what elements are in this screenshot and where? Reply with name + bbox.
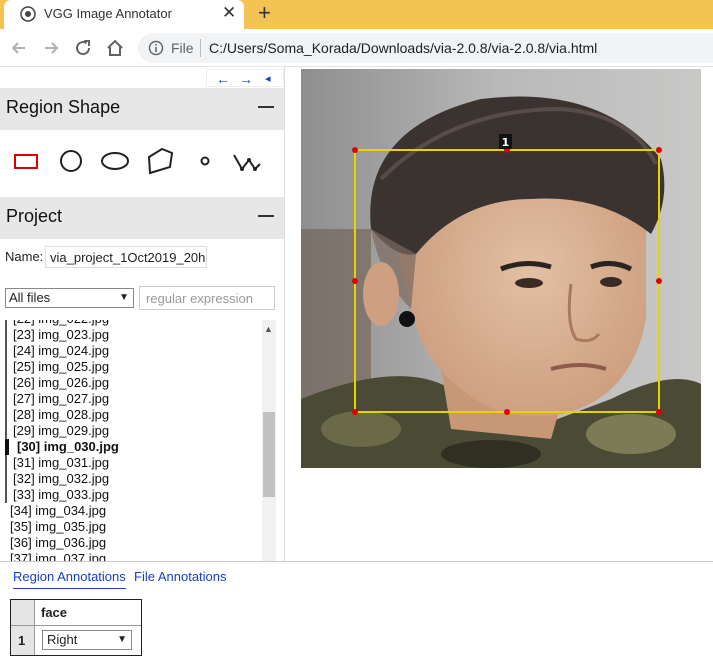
reload-icon[interactable] <box>70 35 96 61</box>
home-icon[interactable] <box>102 35 128 61</box>
file-filter-value: All files <box>9 290 51 305</box>
file-list-item[interactable]: [28] img_028.jpg <box>5 407 109 423</box>
circle-shape-icon[interactable] <box>55 145 87 177</box>
globe-icon <box>20 6 36 22</box>
dropdown-arrow-icon: ▼ <box>117 634 127 645</box>
browser-tabstrip: VGG Image Annotator ✕ + <box>0 0 713 29</box>
regex-filter-input[interactable]: regular expression <box>139 286 275 310</box>
collapse-panel-icon[interactable]: ◂ <box>265 72 271 85</box>
scroll-thumb[interactable] <box>263 412 275 497</box>
resize-handle[interactable] <box>656 147 662 153</box>
file-list-item[interactable]: [27] img_027.jpg <box>5 391 109 407</box>
new-tab-icon[interactable]: + <box>258 1 271 25</box>
close-tab-icon[interactable]: ✕ <box>222 3 236 23</box>
polygon-shape-icon[interactable] <box>144 145 176 177</box>
browser-toolbar: File C:/Users/Soma_Korada/Downloads/via-… <box>0 29 713 67</box>
file-list-item[interactable]: [31] img_031.jpg <box>5 455 109 471</box>
region-label: 1 <box>502 136 510 149</box>
collapse-icon[interactable] <box>258 215 274 217</box>
shape-toolbar <box>0 131 284 197</box>
tab-file-annotations[interactable]: File Annotations <box>134 569 227 584</box>
file-list-item[interactable]: [34] img_034.jpg <box>0 503 106 519</box>
file-list-item[interactable]: [37] img_037.jpg <box>0 551 106 561</box>
project-name-input[interactable]: via_project_1Oct2019_20h <box>45 246 207 268</box>
resize-handle[interactable] <box>352 278 358 284</box>
annotation-editor: Region Annotations File Annotations face… <box>0 561 713 665</box>
project-name-label: Name: <box>5 249 44 264</box>
file-list-item[interactable]: [33] img_033.jpg <box>5 487 109 503</box>
point-shape-icon[interactable] <box>189 145 221 177</box>
file-list-item[interactable]: [30] img_030.jpg <box>5 439 119 455</box>
url-scheme: File <box>171 40 194 56</box>
dropdown-arrow-icon: ▼ <box>119 292 129 303</box>
panel-nav: ← → ◂ <box>206 69 284 87</box>
image-canvas-area: 1 <box>286 67 713 561</box>
region-overlay[interactable]: 1 <box>301 69 701 468</box>
browser-tab[interactable]: VGG Image Annotator ✕ <box>4 0 244 29</box>
file-list-item[interactable]: [29] img_029.jpg <box>5 423 109 439</box>
file-list-scrollbar[interactable]: ▲ <box>262 320 276 561</box>
file-list-item[interactable]: [26] img_026.jpg <box>5 375 109 391</box>
resize-handle[interactable] <box>656 409 662 415</box>
collapse-icon[interactable] <box>258 106 274 108</box>
file-list-item[interactable]: [22] img_022.jpg <box>5 320 109 327</box>
file-filter-select[interactable]: All files ▼ <box>5 288 134 308</box>
rectangle-shape-icon[interactable] <box>10 145 42 177</box>
scroll-up-icon[interactable]: ▲ <box>264 324 273 334</box>
file-list-item[interactable]: [24] img_024.jpg <box>5 343 109 359</box>
region-row-number: 1 <box>11 626 35 655</box>
face-attribute-value: Right <box>47 632 78 647</box>
annotation-image[interactable]: 1 <box>301 69 701 468</box>
resize-handle[interactable] <box>504 409 510 415</box>
tab-title: VGG Image Annotator <box>44 6 172 21</box>
info-icon[interactable] <box>148 40 164 56</box>
file-list-item[interactable]: [25] img_025.jpg <box>5 359 109 375</box>
project-title: Project <box>6 206 63 226</box>
ellipse-shape-icon[interactable] <box>99 145 131 177</box>
attribute-table: face 1 Right ▼ <box>10 599 142 656</box>
table-corner-cell <box>11 600 35 626</box>
polyline-shape-icon[interactable] <box>231 145 263 177</box>
left-sidebar: ← → ◂ Region Shape Project Name: via_pro… <box>0 67 285 561</box>
prev-image-icon[interactable]: ← <box>216 71 230 87</box>
face-attribute-select[interactable]: Right ▼ <box>42 630 132 650</box>
file-list-item[interactable]: [32] img_032.jpg <box>5 471 109 487</box>
forward-icon[interactable] <box>38 35 64 61</box>
resize-handle[interactable] <box>352 147 358 153</box>
file-list-item[interactable]: [35] img_035.jpg <box>0 519 106 535</box>
file-list-item[interactable]: [36] img_036.jpg <box>0 535 106 551</box>
attribute-header-face: face <box>35 600 141 626</box>
url-separator <box>200 39 201 57</box>
tab-region-annotations[interactable]: Region Annotations <box>13 569 126 589</box>
address-bar[interactable]: File C:/Users/Soma_Korada/Downloads/via-… <box>138 33 713 63</box>
file-list-item[interactable]: [23] img_023.jpg <box>5 327 109 343</box>
next-image-icon[interactable]: → <box>239 71 253 87</box>
back-icon[interactable] <box>6 35 32 61</box>
project-header[interactable]: Project <box>0 197 284 239</box>
resize-handle[interactable] <box>352 409 358 415</box>
region-shape-header[interactable]: Region Shape <box>0 88 284 130</box>
resize-handle[interactable] <box>656 278 662 284</box>
file-list: [22] img_022.jpg[23] img_023.jpg[24] img… <box>0 320 262 561</box>
region-handles <box>352 147 662 415</box>
region-bounding-box <box>354 149 660 413</box>
region-shape-title: Region Shape <box>6 97 121 117</box>
url-text[interactable]: C:/Users/Soma_Korada/Downloads/via-2.0.8… <box>209 40 597 56</box>
